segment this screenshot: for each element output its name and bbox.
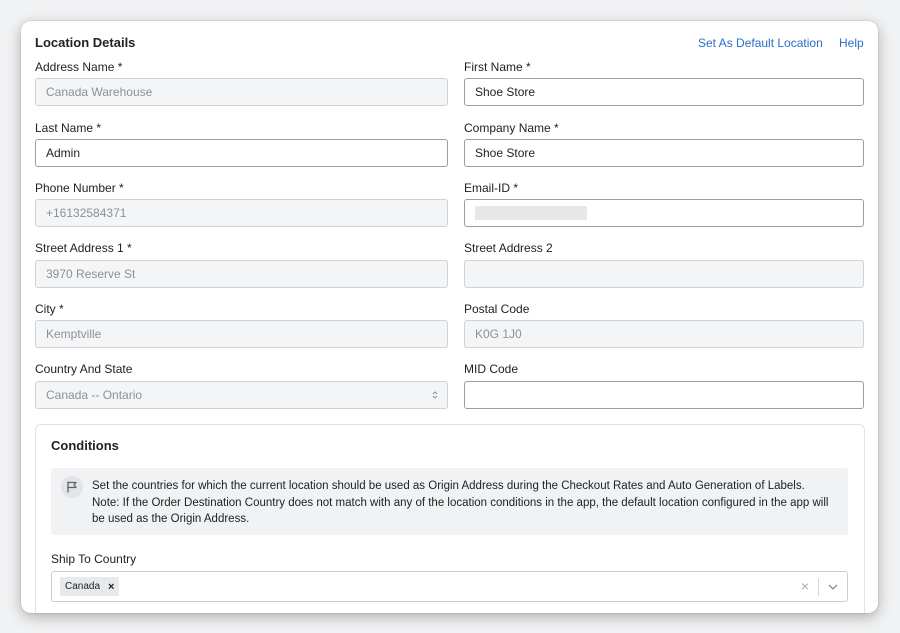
conditions-section: Conditions Set the countries for which t… bbox=[35, 424, 865, 613]
dropdown-separator bbox=[818, 578, 819, 596]
address-name-field[interactable]: Canada Warehouse bbox=[35, 78, 448, 106]
flag-icon bbox=[61, 476, 83, 498]
help-link[interactable]: Help bbox=[839, 36, 864, 50]
phone-number-label: Phone Number * bbox=[35, 181, 124, 195]
chevron-down-icon[interactable] bbox=[827, 581, 839, 593]
redacted-email-value bbox=[475, 206, 587, 220]
country-state-value: Canada -- Ontario bbox=[46, 388, 143, 402]
set-default-location-link[interactable]: Set As Default Location bbox=[698, 36, 823, 50]
street-address-1-label: Street Address 1 * bbox=[35, 241, 132, 255]
city-label: City * bbox=[35, 302, 64, 316]
street-address-1-field[interactable]: 3970 Reserve St bbox=[35, 260, 448, 288]
info-banner: Set the countries for which the current … bbox=[51, 468, 848, 535]
chip-remove-icon[interactable]: × bbox=[108, 581, 114, 593]
mid-code-field[interactable] bbox=[464, 381, 864, 409]
address-name-label: Address Name * bbox=[35, 60, 123, 74]
banner-line-1: Set the countries for which the current … bbox=[92, 480, 805, 492]
company-name-field[interactable]: Shoe Store bbox=[464, 139, 864, 167]
banner-line-2: Note: If the Order Destination Country d… bbox=[92, 496, 829, 526]
postal-code-field[interactable]: K0G 1J0 bbox=[464, 320, 864, 348]
email-id-label: Email-ID * bbox=[464, 181, 519, 195]
clear-selection-icon[interactable]: × bbox=[801, 578, 809, 594]
country-chip-label: Canada bbox=[65, 581, 101, 592]
first-name-label: First Name * bbox=[464, 60, 531, 74]
street-address-2-field[interactable] bbox=[464, 260, 864, 288]
country-chip: Canada × bbox=[60, 577, 120, 596]
last-name-label: Last Name * bbox=[35, 121, 102, 135]
location-details-card: Location Details Set As Default Location… bbox=[21, 21, 878, 613]
country-state-label: Country And State bbox=[35, 362, 133, 376]
conditions-title: Conditions bbox=[51, 438, 119, 453]
card-title: Location Details bbox=[35, 35, 136, 50]
country-state-select[interactable]: Canada -- Ontario bbox=[35, 381, 448, 409]
select-updown-icon bbox=[432, 391, 438, 399]
ship-to-country-label: Ship To Country bbox=[51, 552, 137, 566]
street-address-2-label: Street Address 2 bbox=[464, 241, 553, 255]
mid-code-label: MID Code bbox=[464, 362, 519, 376]
city-field[interactable]: Kemptville bbox=[35, 320, 448, 348]
postal-code-label: Postal Code bbox=[464, 302, 530, 316]
company-name-label: Company Name * bbox=[464, 121, 559, 135]
last-name-field[interactable]: Admin bbox=[35, 139, 448, 167]
banner-text: Set the countries for which the current … bbox=[92, 478, 842, 528]
ship-to-country-multiselect[interactable]: Canada × × bbox=[51, 571, 848, 602]
phone-number-field[interactable]: +16132584371 bbox=[35, 199, 448, 227]
first-name-field[interactable]: Shoe Store bbox=[464, 78, 864, 106]
email-id-field[interactable] bbox=[464, 199, 864, 227]
